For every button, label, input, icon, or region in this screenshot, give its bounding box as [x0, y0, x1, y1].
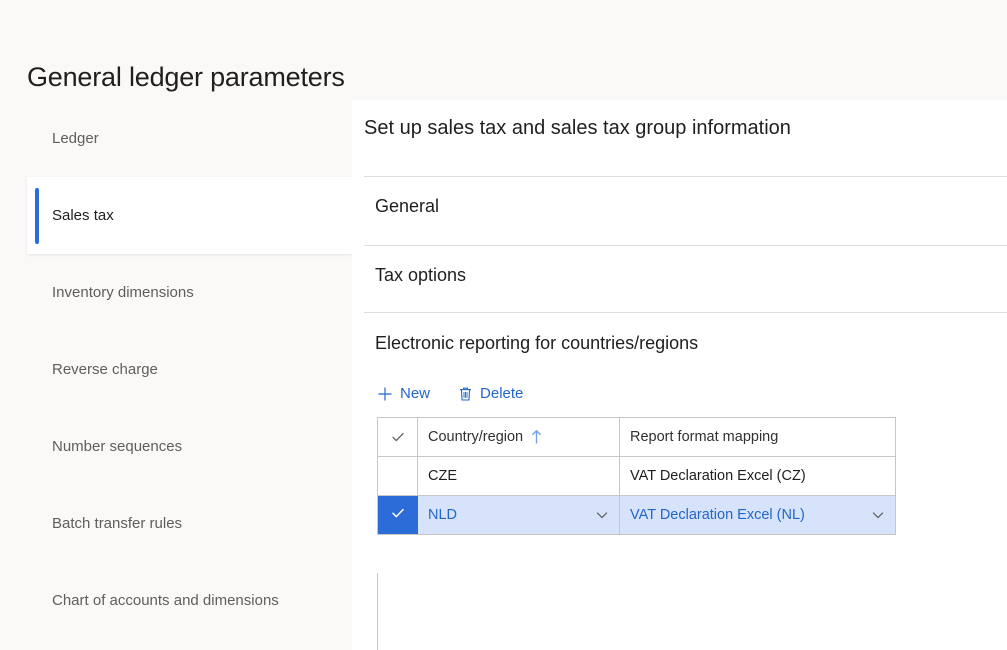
- trash-icon: [458, 386, 473, 402]
- chevron-down-icon[interactable]: [871, 508, 885, 522]
- sidebar-item-number-sequences[interactable]: Number sequences: [0, 408, 352, 485]
- sidebar-item-label: Sales tax: [52, 207, 114, 224]
- section-header-general[interactable]: General: [375, 196, 439, 217]
- sidebar-item-label: Reverse charge: [52, 361, 158, 378]
- section-header-electronic-reporting[interactable]: Electronic reporting for countries/regio…: [375, 333, 698, 354]
- section-divider: [364, 176, 1007, 177]
- new-button-label: New: [400, 385, 431, 402]
- sidebar-item-inventory-dimensions[interactable]: Inventory dimensions: [0, 254, 352, 331]
- chevron-down-icon[interactable]: [595, 508, 609, 522]
- grid-select-all-header[interactable]: [378, 418, 418, 456]
- cell-country-region[interactable]: NLD: [418, 496, 620, 534]
- selected-accent-bar: [35, 187, 39, 244]
- sidebar-nav: Ledger Sales tax Inventory dimensions Re…: [0, 100, 352, 650]
- sidebar-item-batch-transfer-rules[interactable]: Batch transfer rules: [0, 485, 352, 562]
- sidebar-item-label: Ledger: [52, 130, 99, 147]
- sidebar-item-reverse-charge[interactable]: Reverse charge: [0, 331, 352, 408]
- grid-empty-area-border: [377, 573, 378, 650]
- cell-report-format-mapping[interactable]: VAT Declaration Excel (CZ): [620, 457, 895, 495]
- cell-value: VAT Declaration Excel (NL): [630, 507, 805, 523]
- app-root: General ledger parameters Ledger Sales t…: [0, 0, 1007, 650]
- table-row[interactable]: NLD VAT Declaration Excel (NL): [378, 496, 895, 535]
- section-divider: [364, 245, 1007, 246]
- grid-column-header-report-format-mapping[interactable]: Report format mapping: [620, 418, 895, 456]
- cell-value: NLD: [428, 507, 458, 523]
- cell-value: VAT Declaration Excel (CZ): [630, 468, 806, 484]
- sidebar-item-label: Number sequences: [52, 438, 183, 455]
- cell-report-format-mapping[interactable]: VAT Declaration Excel (NL): [620, 496, 895, 534]
- grid-toolbar: New Delete: [375, 383, 525, 404]
- delete-button[interactable]: Delete: [456, 383, 525, 404]
- page-title: General ledger parameters: [27, 62, 345, 93]
- sidebar-item-sales-tax[interactable]: Sales tax: [27, 177, 352, 254]
- new-button[interactable]: New: [375, 383, 432, 404]
- plus-icon: [377, 386, 393, 402]
- sidebar-item-chart-of-accounts-and-dimensions[interactable]: Chart of accounts and dimensions: [0, 562, 352, 639]
- checkmark-icon: [390, 429, 406, 445]
- row-select-checkbox[interactable]: [378, 457, 418, 495]
- electronic-reporting-grid: Country/region Report format mapping CZE…: [377, 417, 896, 535]
- grid-header-row: Country/region Report format mapping: [378, 418, 895, 457]
- cell-country-region[interactable]: CZE: [418, 457, 620, 495]
- main-panel: Set up sales tax and sales tax group inf…: [352, 100, 1007, 650]
- section-header-tax-options[interactable]: Tax options: [375, 265, 466, 286]
- section-divider: [364, 312, 1007, 313]
- sidebar-item-label: Inventory dimensions: [52, 284, 194, 301]
- row-select-checkbox[interactable]: [378, 496, 418, 534]
- grid-column-header-label: Country/region: [428, 429, 524, 445]
- sidebar-item-label: Batch transfer rules: [52, 515, 183, 532]
- checkmark-icon: [390, 505, 406, 525]
- sidebar-item-ledger[interactable]: Ledger: [0, 100, 352, 177]
- grid-column-header-country-region[interactable]: Country/region: [418, 418, 620, 456]
- cell-value: CZE: [428, 468, 457, 484]
- grid-column-header-label: Report format mapping: [630, 429, 779, 445]
- sidebar-item-label: Chart of accounts and dimensions: [52, 592, 279, 609]
- delete-button-label: Delete: [480, 385, 524, 402]
- main-panel-title: Set up sales tax and sales tax group inf…: [364, 117, 791, 139]
- arrow-up-icon: [531, 429, 542, 445]
- table-row[interactable]: CZE VAT Declaration Excel (CZ): [378, 457, 895, 496]
